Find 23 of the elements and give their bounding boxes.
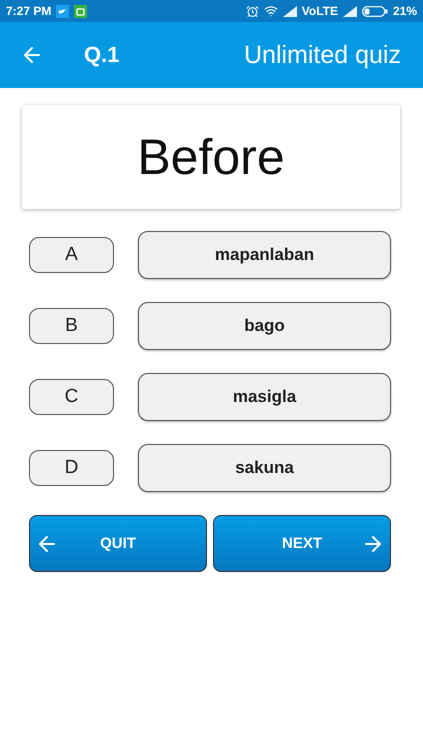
app-title: Unlimited quiz [244,40,401,70]
battery-percent: 21% [392,4,417,18]
question-number: Q.1 [84,42,120,68]
alarm-icon [246,4,259,18]
option-letter-button[interactable]: A [29,237,114,273]
option-letter-button[interactable]: B [29,308,114,344]
network-label: VoLTE [302,4,338,18]
battery-icon [362,6,388,16]
signal-icon [282,6,297,16]
quit-button[interactable]: QUIT [29,515,207,572]
next-button[interactable]: NEXT [213,515,391,572]
answer-button[interactable]: bago [138,302,391,350]
answer-button[interactable]: mapanlaban [138,231,391,279]
option-letter-button[interactable]: D [29,450,114,486]
answer-button[interactable]: masigla [138,373,391,421]
question-word: Before [22,105,400,209]
answer-button[interactable]: sakuna [138,444,391,492]
wifi-icon [264,4,278,18]
option-letter-button[interactable]: C [29,379,114,415]
status-time: 7:27 PM [6,4,52,18]
bird-icon [56,4,70,18]
robot-icon [74,4,88,18]
signal-icon [342,6,357,16]
